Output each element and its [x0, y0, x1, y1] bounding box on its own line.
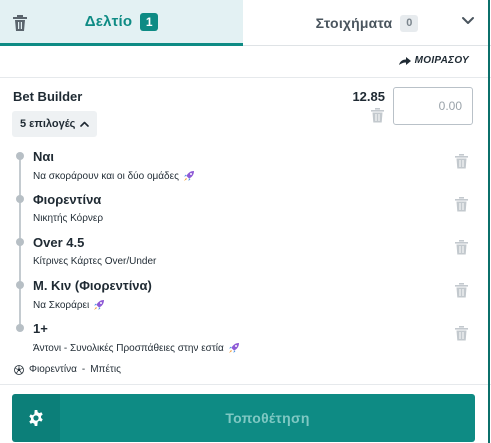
share-label: ΜΟΙΡΑΣΟΥ: [414, 55, 469, 66]
share-arrow-icon: [398, 56, 411, 65]
timeline-dot: [16, 152, 24, 160]
selection-market: Να Σκοράρει: [33, 299, 105, 311]
place-bet-label: Τοποθέτηση: [225, 410, 310, 426]
tab-betslip[interactable]: Δελτίο 1: [0, 0, 243, 46]
trash-icon[interactable]: [455, 197, 468, 212]
selection-market-label: Κίτρινες Κάρτες Over/Under: [33, 256, 157, 267]
timeline-dot: [16, 324, 24, 332]
rocket-icon: [94, 300, 105, 310]
tab-bets-count: 0: [400, 14, 419, 32]
trash-icon[interactable]: [371, 108, 384, 123]
trash-icon[interactable]: [455, 240, 468, 255]
selection-market: Να σκοράρουν και οι δύο ομάδες: [33, 170, 195, 182]
selection-name: Φιορεντίνα: [33, 192, 102, 207]
event-home-team: Φιορεντίνα: [29, 364, 77, 375]
soccer-ball-icon: [14, 364, 24, 375]
bet-builder-odds: 12.85: [352, 89, 385, 104]
tab-bets-label: Στοιχήματα: [315, 15, 393, 31]
chevron-up-icon: [80, 121, 90, 127]
panel-edge: [488, 0, 490, 443]
selection-name: 1+: [33, 321, 48, 336]
bet-builder-title: Bet Builder: [13, 89, 83, 104]
selection-name: Μ. Κιν (Φιορεντίνα): [33, 278, 152, 293]
selection-leg: Over 4.5 Κίτρινες Κάρτες Over/Under: [0, 235, 491, 278]
selection-name: Over 4.5: [33, 235, 85, 250]
trash-icon[interactable]: [455, 283, 468, 298]
selection-leg: Μ. Κιν (Φιορεντίνα) Να Σκοράρει: [0, 278, 491, 321]
event-away-team: Μπέτις: [90, 364, 121, 375]
betslip-tabs: Δελτίο 1 Στοιχήματα 0: [0, 0, 491, 46]
selection-name: Ναι: [33, 149, 54, 164]
selection-leg: Φιορεντίνα Νικητής Κόρνερ: [0, 192, 491, 235]
selection-leg: 1+ Άντονι - Συνολικές Προσπάθειες στην ε…: [0, 321, 491, 364]
settings-button[interactable]: [12, 394, 60, 442]
event-info: Φιορεντίνα - Μπέτις: [14, 364, 121, 375]
divider: [0, 77, 491, 78]
betslip-footer: Τοποθέτηση: [0, 384, 491, 443]
timeline-dot: [16, 281, 24, 289]
timeline-dot: [16, 238, 24, 246]
event-separator: -: [81, 364, 86, 375]
trash-icon[interactable]: [455, 326, 468, 341]
share-button[interactable]: ΜΟΙΡΑΣΟΥ: [398, 55, 469, 66]
tab-betslip-count: 1: [140, 12, 159, 31]
trash-icon[interactable]: [12, 14, 28, 32]
selection-market-label: Άντονι - Συνολικές Προσπάθειες στην εστί…: [33, 342, 224, 354]
stake-input[interactable]: [393, 87, 473, 125]
selection-market: Κίτρινες Κάρτες Over/Under: [33, 256, 156, 267]
trash-icon[interactable]: [455, 154, 468, 169]
tab-betslip-label: Δελτίο: [84, 13, 133, 30]
selections-label: 5 επιλογές: [20, 118, 76, 130]
selection-market-label: Νικητής Κόρνερ: [33, 213, 104, 224]
rocket-icon: [228, 343, 239, 353]
timeline-dot: [16, 195, 24, 203]
place-bet-button[interactable]: Τοποθέτηση: [60, 394, 475, 442]
selection-market: Άντονι - Συνολικές Προσπάθειες στην εστί…: [33, 342, 240, 354]
gear-icon: [29, 410, 43, 426]
selection-market-label: Να σκοράρουν και οι δύο ομάδες: [33, 170, 179, 182]
tab-bets[interactable]: Στοιχήματα 0: [243, 0, 491, 46]
rocket-icon: [183, 171, 194, 181]
selection-leg: Ναι Να σκοράρουν και οι δύο ομάδες: [0, 149, 491, 192]
selection-market-label: Να Σκοράρει: [33, 299, 90, 311]
selection-market: Νικητής Κόρνερ: [33, 213, 103, 224]
selections-toggle-button[interactable]: 5 επιλογές: [12, 111, 98, 137]
chevron-down-icon[interactable]: [461, 16, 475, 26]
